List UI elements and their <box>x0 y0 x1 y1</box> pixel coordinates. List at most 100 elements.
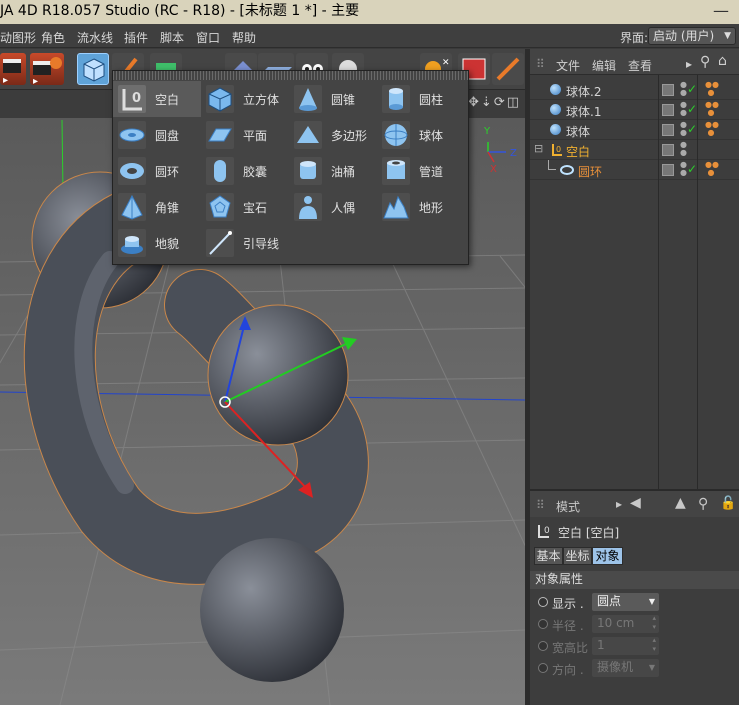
visibility-dots[interactable]: ● ● <box>680 101 687 117</box>
popup-item-guide[interactable]: 引导线 <box>201 225 289 261</box>
popup-item-sphere[interactable]: 球体 <box>377 117 465 153</box>
popup-item-pyramid[interactable]: 角锥 <box>113 189 201 225</box>
object-row[interactable]: 球体 ● ● ✓ ●● ● <box>530 120 739 140</box>
render-view-icon[interactable]: ▸ <box>0 53 26 86</box>
layer-icon[interactable] <box>662 164 674 176</box>
object-manager-panel: ⠿ 文件 编辑 查看 ▸ ⚲ ⌂ 球体.2 ● ● ✓ ●● ● 球体.1 ● ● ✓ ●● ● 球… <box>530 49 739 489</box>
menu-help[interactable]: 帮助 <box>232 29 256 46</box>
layer-icon[interactable] <box>662 144 674 156</box>
object-row[interactable]: 球体.2 ● ● ✓ ●● ● <box>530 80 739 100</box>
window-title: JA 4D R18.057 Studio (RC - R18) - [未标题 1… <box>0 3 360 19</box>
svg-text:0: 0 <box>556 145 561 154</box>
popup-item-oil-tank[interactable]: 油桶 <box>289 153 377 189</box>
spinner-icon[interactable]: ▴ ▾ <box>652 614 656 632</box>
object-name[interactable]: 球体.1 <box>566 103 601 120</box>
cylinder-icon <box>382 85 410 113</box>
menu-character[interactable]: 角色 <box>41 29 65 46</box>
relief-icon <box>118 229 146 257</box>
expand-arrow-icon[interactable]: ▸ <box>616 497 622 511</box>
object-name[interactable]: 球体.2 <box>566 83 601 100</box>
animate-radio[interactable] <box>538 641 548 651</box>
collapse-icon[interactable]: ⊟ <box>534 142 543 155</box>
paint-icon[interactable] <box>492 53 524 85</box>
menu-script[interactable]: 脚本 <box>160 29 184 46</box>
panel-grip-icon[interactable]: ⠿ <box>536 498 545 512</box>
tag-icon[interactable]: ●● ● <box>705 121 719 137</box>
checkmark-icon[interactable]: ✓ <box>687 122 697 136</box>
popup-item-tube[interactable]: 管道 <box>377 153 465 189</box>
checkmark-icon[interactable]: ✓ <box>687 102 697 116</box>
menu-edit[interactable]: 编辑 <box>592 57 616 74</box>
object-name[interactable]: 球体 <box>566 123 590 140</box>
search-icon[interactable]: ⚲ <box>698 496 708 512</box>
object-row[interactable]: ⊟ 0 空白 ● ● <box>530 140 739 160</box>
tab-basic[interactable]: 基本 <box>534 547 563 565</box>
cube-icon <box>206 85 234 113</box>
layer-icon[interactable] <box>662 124 674 136</box>
visibility-dots[interactable]: ● ● <box>680 141 687 157</box>
popup-item-landscape[interactable]: 地形 <box>377 189 465 225</box>
layout-select[interactable]: 启动 (用户) ▼ <box>648 27 736 45</box>
search-icon[interactable]: ⚲ <box>700 54 710 70</box>
home-icon[interactable]: ⌂ <box>718 53 727 69</box>
visibility-dots[interactable]: ● ● <box>680 121 687 137</box>
tag-icon[interactable]: ●● ● <box>705 161 719 177</box>
cone-icon <box>294 85 322 113</box>
menu-window[interactable]: 窗口 <box>196 29 220 46</box>
menu-view[interactable]: 查看 <box>628 57 652 74</box>
popup-item-capsule[interactable]: 胶囊 <box>201 153 289 189</box>
tag-icon[interactable]: ●● ● <box>705 101 719 117</box>
lock-icon[interactable]: 🔓 <box>720 496 736 511</box>
attribute-value-field[interactable]: 圆点 ▼ <box>592 593 659 611</box>
object-name[interactable]: 空白 <box>566 143 590 160</box>
animate-radio[interactable] <box>538 597 548 607</box>
expand-arrow-icon[interactable]: ▸ <box>686 57 692 71</box>
menu-mograph[interactable]: 动图形 <box>0 29 36 46</box>
back-arrow-icon[interactable]: ◀ <box>630 495 641 511</box>
attribute-row: 显示 . 圆点 ▼ <box>530 592 739 614</box>
tab-object[interactable]: 对象 <box>592 547 623 565</box>
svg-text:Y: Y <box>483 126 491 137</box>
up-arrow-icon[interactable]: ▲ <box>675 495 686 511</box>
chevron-down-icon: ▼ <box>648 597 655 606</box>
layer-icon[interactable] <box>662 104 674 116</box>
visibility-dots[interactable]: ● ● <box>680 161 687 177</box>
minimize-button[interactable]: — <box>713 0 729 22</box>
popup-item-plane[interactable]: 平面 <box>201 117 289 153</box>
layer-icon[interactable] <box>662 84 674 96</box>
popup-item-relief[interactable]: 地貌 <box>113 225 201 261</box>
panel-grip-icon[interactable]: ⠿ <box>536 57 545 71</box>
animate-radio[interactable] <box>538 663 548 673</box>
popup-item-label: 地形 <box>419 201 444 215</box>
svg-text:▸: ▸ <box>3 75 8 85</box>
popup-item-platonic[interactable]: 宝石 <box>201 189 289 225</box>
cube-tool-button[interactable] <box>77 53 109 85</box>
torus-icon <box>118 157 146 185</box>
popup-item-null-object[interactable]: 0 空白 <box>113 81 201 117</box>
render-settings-icon[interactable]: ▸ <box>30 53 64 87</box>
popup-item-polygon[interactable]: 多边形 <box>289 117 377 153</box>
tab-coord[interactable]: 坐标 <box>563 547 592 565</box>
popup-item-label: 人偶 <box>331 201 356 215</box>
animate-radio[interactable] <box>538 619 548 629</box>
popup-item-disc[interactable]: 圆盘 <box>113 117 201 153</box>
popup-item-label: 宝石 <box>243 201 268 215</box>
checkmark-icon[interactable]: ✓ <box>687 82 697 96</box>
object-name[interactable]: 圆环 <box>578 163 602 180</box>
popup-item-cone[interactable]: 圆锥 <box>289 81 377 117</box>
popup-item-cube[interactable]: 立方体 <box>201 81 289 117</box>
popup-drag-handle[interactable] <box>113 71 468 80</box>
popup-item-figure[interactable]: 人偶 <box>289 189 377 225</box>
popup-item-cylinder[interactable]: 圆柱 <box>377 81 465 117</box>
popup-item-torus[interactable]: 圆环 <box>113 153 201 189</box>
menu-plugins[interactable]: 插件 <box>124 29 148 46</box>
checkmark-icon[interactable]: ✓ <box>687 162 697 176</box>
object-row[interactable]: 圆环 ● ● ✓ ●● ● <box>530 160 739 180</box>
menu-pipeline[interactable]: 流水线 <box>77 29 113 46</box>
spinner-icon[interactable]: ▴ ▾ <box>652 636 656 654</box>
mode-menu[interactable]: 模式 <box>556 498 580 515</box>
object-row[interactable]: 球体.1 ● ● ✓ ●● ● <box>530 100 739 120</box>
menu-file[interactable]: 文件 <box>556 57 580 74</box>
visibility-dots[interactable]: ● ● <box>680 81 687 97</box>
tag-icon[interactable]: ●● ● <box>705 81 719 97</box>
